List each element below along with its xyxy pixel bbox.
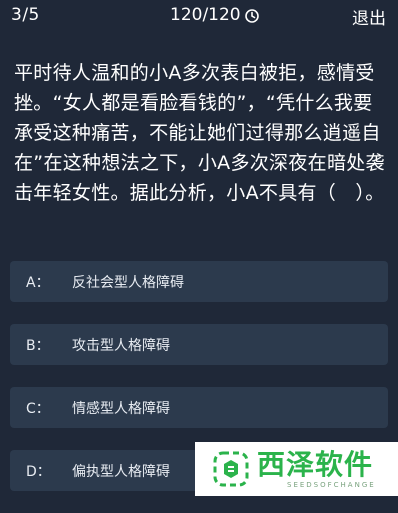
option-a[interactable]: A： 反社会型人格障碍 (10, 261, 388, 302)
option-key: A： (26, 274, 50, 291)
question-progress: 3/5 (11, 5, 40, 25)
watermark: 西泽软件 SEEDSOFCHANGE (195, 442, 398, 496)
option-label: 反社会型人格障碍 (72, 274, 184, 291)
top-bar: 3/5 120/120 退出 (0, 0, 398, 30)
watermark-subtitle: SEEDSOFCHANGE (287, 481, 376, 489)
timer: 120/120 (170, 5, 259, 25)
option-label: 攻击型人格障碍 (72, 337, 170, 354)
watermark-text: 西泽软件 SEEDSOFCHANGE (257, 448, 376, 490)
watermark-logo-icon (213, 451, 249, 487)
option-key: C： (26, 400, 50, 417)
watermark-title: 西泽软件 (257, 448, 374, 481)
option-label: 偏执型人格障碍 (72, 463, 170, 480)
option-b[interactable]: B： 攻击型人格障碍 (10, 324, 388, 365)
question-text: 平时待人温和的小A多次表白被拒，感情受挫。“女人都是看脸看钱的”，“凭什么我要承… (14, 62, 385, 204)
option-key: B： (26, 337, 50, 354)
clock-icon (244, 8, 259, 23)
exit-button[interactable]: 退出 (352, 4, 386, 29)
option-key: D： (26, 463, 51, 480)
option-label: 情感型人格障碍 (72, 400, 170, 417)
option-c[interactable]: C： 情感型人格障碍 (10, 387, 388, 428)
timer-text: 120/120 (170, 5, 241, 25)
